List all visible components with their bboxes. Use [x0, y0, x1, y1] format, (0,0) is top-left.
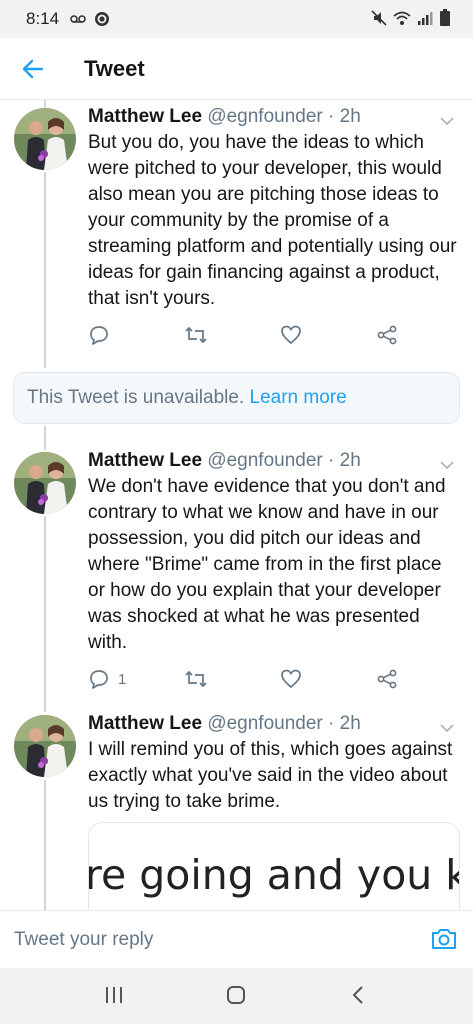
status-bar: 8:14 [0, 0, 473, 38]
chevron-down-icon[interactable] [439, 723, 455, 733]
tweet-media[interactable]: re going and you know [88, 822, 460, 922]
tweet-time: 2h [339, 450, 361, 471]
avatar[interactable] [14, 452, 76, 514]
camera-icon[interactable] [431, 927, 457, 951]
status-left-icons [70, 10, 110, 27]
share-icon [377, 325, 397, 345]
avatar[interactable] [14, 108, 76, 170]
author-name[interactable]: Matthew Lee [88, 713, 202, 734]
home-icon[interactable] [225, 984, 247, 1006]
status-time: 8:14 [26, 9, 60, 28]
recent-apps-icon[interactable] [104, 984, 124, 1006]
reply-icon [90, 670, 108, 689]
retweet-button[interactable] [184, 322, 208, 348]
separator: · [328, 106, 335, 127]
learn-more-link[interactable]: Learn more [250, 387, 347, 408]
mute-icon [371, 10, 387, 26]
reply-icon [90, 326, 108, 345]
author-name[interactable]: Matthew Lee [88, 106, 202, 127]
tweet-text: I will remind you of this, which goes ag… [88, 739, 453, 812]
share-icon [377, 669, 397, 689]
retweet-button[interactable] [184, 666, 208, 692]
back-arrow-icon[interactable] [18, 54, 48, 84]
author-handle[interactable]: @egnfounder [207, 450, 322, 471]
page-title: Tweet [84, 56, 145, 81]
tweet-time: 2h [339, 106, 361, 127]
author-handle[interactable]: @egnfounder [207, 713, 322, 734]
chevron-down-icon[interactable] [439, 116, 455, 126]
media-caption: re going and you know [88, 851, 459, 899]
app-bar: Tweet [0, 38, 473, 100]
unavailable-tweet-notice: This Tweet is unavailable. Learn more [13, 372, 460, 424]
signal-icon [418, 12, 433, 25]
author-name[interactable]: Matthew Lee [88, 450, 202, 471]
retweet-icon [185, 670, 207, 688]
like-button[interactable] [280, 666, 302, 692]
avatar[interactable] [14, 715, 76, 777]
separator: · [328, 450, 335, 471]
share-button[interactable] [376, 322, 398, 348]
chevron-down-icon[interactable] [439, 460, 455, 470]
tweet-header: Matthew Lee @egnfounder · 2h [88, 106, 361, 128]
tweet[interactable]: Matthew Lee @egnfounder · 2h But you do,… [0, 106, 473, 356]
tweet-actions [88, 322, 408, 348]
heart-icon [281, 325, 301, 345]
reply-button[interactable] [88, 322, 110, 348]
voicemail-icon [70, 15, 86, 24]
author-handle[interactable]: @egnfounder [207, 106, 322, 127]
wifi-icon [393, 11, 411, 25]
heart-icon [281, 669, 301, 689]
reply-count: 1 [118, 670, 127, 688]
tweet-text: We don't have evidence that you don't an… [88, 476, 446, 653]
reply-bar: Tweet your reply [0, 910, 473, 968]
thread-line [44, 426, 46, 450]
system-nav-bar [0, 968, 473, 1024]
tweet-actions: 1 [88, 666, 408, 692]
tweet-header: Matthew Lee @egnfounder · 2h [88, 713, 361, 735]
reply-button[interactable]: 1 [88, 666, 126, 692]
tweet-header: Matthew Lee @egnfounder · 2h [88, 450, 361, 472]
reply-input[interactable]: Tweet your reply [14, 929, 153, 951]
tweet-text: But you do, you have the ideas to which … [88, 132, 457, 309]
status-right-icons [371, 9, 451, 27]
separator: · [328, 713, 335, 734]
tweet[interactable]: Matthew Lee @egnfounder · 2h We don't ha… [0, 450, 473, 700]
tweet-time: 2h [339, 713, 361, 734]
battery-icon [440, 9, 450, 26]
app-notification-icon [94, 12, 109, 27]
retweet-icon [185, 326, 207, 344]
unavailable-text: This Tweet is unavailable. [27, 387, 245, 408]
like-button[interactable] [280, 322, 302, 348]
back-icon[interactable] [350, 984, 366, 1006]
share-button[interactable] [376, 666, 398, 692]
